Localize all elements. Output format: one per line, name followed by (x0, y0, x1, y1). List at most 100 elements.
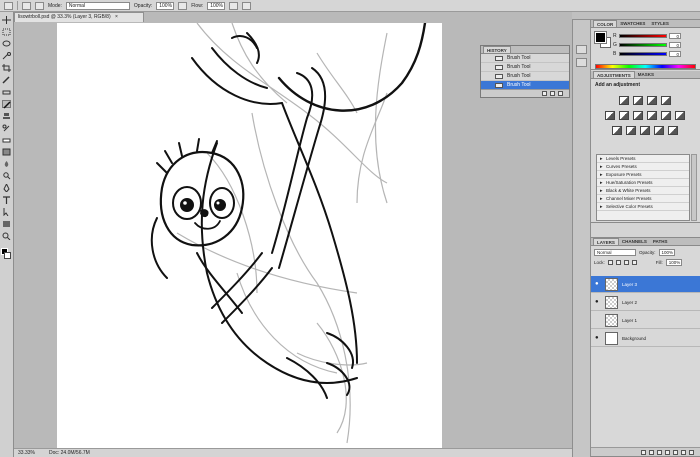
type-tool-icon[interactable] (2, 196, 11, 204)
background-color-swatch[interactable] (4, 252, 11, 259)
add-mask-icon[interactable] (657, 449, 662, 455)
airbrush-icon[interactable] (229, 1, 239, 10)
history-brush-tool-icon[interactable] (2, 124, 11, 132)
new-snapshot-icon[interactable] (550, 91, 555, 96)
layer-style-icon[interactable] (649, 449, 654, 455)
brush-tool-icon[interactable] (2, 100, 11, 109)
zoom-tool-icon[interactable] (2, 232, 11, 240)
tablet-opacity-icon[interactable] (178, 1, 188, 10)
tab-adjustments[interactable]: ADJUSTMENTS (593, 71, 635, 78)
tab-history[interactable]: HISTORY (483, 46, 511, 53)
layer-opacity-input[interactable]: 100% (658, 248, 675, 256)
eyedropper-tool-icon[interactable] (2, 76, 11, 84)
color-slider-track[interactable] (619, 33, 667, 38)
history-item[interactable]: Brush Tool (481, 72, 569, 81)
photo-filter-icon[interactable] (661, 111, 671, 120)
tab-masks[interactable]: MASKS (635, 71, 657, 78)
channel-mixer-icon[interactable] (675, 111, 685, 120)
close-icon[interactable]: × (115, 14, 118, 20)
levels-icon[interactable] (633, 96, 643, 105)
channel-value-input[interactable]: 0 (669, 50, 681, 57)
hue-saturation-icon[interactable] (619, 111, 629, 120)
visibility-eye-icon[interactable]: ● (595, 281, 599, 287)
preset-scrollbar[interactable] (691, 154, 697, 221)
new-group-icon[interactable] (673, 449, 678, 455)
clone-stamp-tool-icon[interactable] (2, 112, 11, 120)
color-slider-track[interactable] (619, 51, 667, 56)
tab-color[interactable]: COLOR (593, 20, 618, 27)
brightness-icon[interactable] (619, 96, 629, 105)
panel-foreground-swatch[interactable] (594, 31, 607, 44)
tab-paths[interactable]: PATHS (650, 238, 671, 245)
adjustment-layer-icon[interactable] (665, 449, 670, 455)
exposure-icon[interactable] (661, 96, 671, 105)
gradient-tool-icon[interactable] (2, 148, 11, 156)
lasso-tool-icon[interactable] (2, 40, 11, 48)
crop-tool-icon[interactable] (2, 64, 11, 72)
history-panel-icon[interactable] (576, 45, 587, 54)
brush-panel-toggle-icon[interactable] (35, 1, 44, 10)
preset-item[interactable]: Black & White Presets (597, 187, 689, 195)
path-selection-tool-icon[interactable] (2, 208, 11, 216)
fill-input[interactable]: 100% (665, 258, 682, 266)
color-balance-icon[interactable] (633, 111, 643, 120)
tablet-size-icon[interactable] (242, 1, 252, 10)
marquee-tool-icon[interactable] (2, 28, 11, 36)
preset-item[interactable]: Hue/Saturation Presets (597, 179, 689, 187)
lock-transparency-icon[interactable] (607, 259, 613, 265)
trash-icon[interactable] (558, 91, 563, 96)
color-spectrum[interactable] (595, 64, 696, 69)
actions-panel-icon[interactable] (576, 58, 587, 67)
channel-value-input[interactable]: 0 (669, 32, 681, 39)
new-document-icon[interactable] (542, 91, 547, 96)
color-slider-track[interactable] (619, 42, 667, 47)
layer-row[interactable]: ● Background (591, 330, 700, 347)
quick-select-tool-icon[interactable] (2, 52, 11, 60)
move-tool-icon[interactable] (2, 16, 11, 24)
delete-layer-icon[interactable] (689, 449, 694, 455)
curves-icon[interactable] (647, 96, 657, 105)
canvas[interactable] (57, 23, 442, 457)
zoom-level[interactable]: 33.33% (18, 449, 35, 457)
preset-item[interactable]: Curves Presets (597, 163, 689, 171)
visibility-eye-icon[interactable]: ● (595, 299, 599, 305)
layer-row[interactable]: ● Layer 2 (591, 294, 700, 311)
tab-layers[interactable]: LAYERS (593, 238, 619, 245)
eraser-tool-icon[interactable] (2, 136, 11, 144)
blur-tool-icon[interactable] (2, 160, 11, 168)
preset-item[interactable]: Selective Color Presets (597, 203, 689, 211)
lock-position-icon[interactable] (623, 259, 629, 265)
tab-swatches[interactable]: SWATCHES (617, 20, 648, 27)
history-item[interactable]: Brush Tool (481, 63, 569, 72)
posterize-icon[interactable] (626, 126, 636, 135)
healing-brush-tool-icon[interactable] (2, 88, 11, 96)
layer-row[interactable]: ● Layer 3 (591, 276, 700, 293)
brush-preset-icon[interactable] (4, 1, 13, 10)
mode-select[interactable]: Normal (65, 1, 130, 10)
document-tab[interactable]: lisowtrboll.psd @ 33.3% (Layer 3, RGB/8)… (14, 12, 144, 22)
flow-input[interactable]: 100% (207, 1, 226, 10)
brush-size-icon[interactable] (22, 1, 31, 10)
layer-row[interactable]: Layer 1 (591, 312, 700, 329)
channel-value-input[interactable]: 0 (669, 41, 681, 48)
pen-tool-icon[interactable] (2, 184, 11, 192)
visibility-eye-icon[interactable]: ● (595, 335, 599, 341)
selective-color-icon[interactable] (668, 126, 678, 135)
dodge-tool-icon[interactable] (2, 172, 11, 180)
tab-channels[interactable]: CHANNELS (619, 238, 650, 245)
history-item[interactable]: Brush Tool (481, 54, 569, 63)
gradient-map-icon[interactable] (654, 126, 664, 135)
opacity-input[interactable]: 100% (156, 1, 175, 10)
shape-tool-icon[interactable] (2, 220, 11, 228)
black-white-icon[interactable] (647, 111, 657, 120)
threshold-icon[interactable] (640, 126, 650, 135)
vibrance-icon[interactable] (605, 111, 615, 120)
lock-pixels-icon[interactable] (615, 259, 621, 265)
blend-mode-select[interactable]: Normal (594, 248, 636, 256)
link-layers-icon[interactable] (641, 449, 646, 455)
new-layer-icon[interactable] (681, 449, 686, 455)
preset-item[interactable]: Channel Mixer Presets (597, 195, 689, 203)
lock-all-icon[interactable] (631, 259, 637, 265)
invert-icon[interactable] (612, 126, 622, 135)
preset-item[interactable]: Levels Presets (597, 155, 689, 163)
